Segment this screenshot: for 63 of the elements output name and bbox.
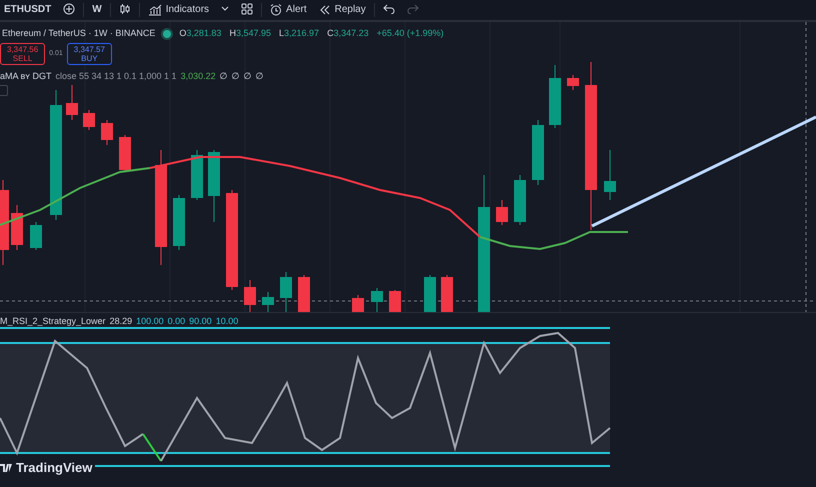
symbol-button[interactable]: ETHUSDT	[0, 1, 56, 19]
ohlc-label: O	[179, 27, 186, 40]
ohlc-value: 3,216.97	[284, 27, 320, 40]
candlestick	[514, 174, 526, 226]
ohlc-value: 3,281.83	[186, 27, 222, 40]
indicator-value: 3,030.22	[180, 70, 216, 83]
candlestick	[244, 280, 256, 312]
level-value: 0.00	[168, 315, 186, 328]
rewind-icon[interactable]	[318, 5, 331, 15]
plus-circle-icon[interactable]	[63, 3, 76, 16]
candlestick	[352, 294, 364, 312]
level-value: 10.00	[216, 315, 238, 328]
empty-value: ∅	[244, 70, 252, 83]
indicators-button[interactable]: Indicators	[144, 1, 214, 19]
candlestick	[101, 120, 113, 146]
candlestick	[604, 150, 616, 200]
replay-button[interactable]: Replay	[314, 1, 370, 19]
candlestick	[298, 274, 310, 312]
empty-value: ∅	[232, 70, 240, 83]
candlestick	[280, 272, 292, 312]
candlestick	[11, 204, 23, 250]
indicator-value: 28.29	[110, 315, 132, 328]
ohlc-value: 3,547.95	[236, 27, 271, 40]
empty-value: ∅	[256, 70, 264, 83]
interval-button[interactable]: W	[88, 1, 106, 19]
chart-title: Ethereum / TetherUS · 1W · BINANCE	[2, 27, 156, 40]
candlestick	[496, 200, 508, 226]
candlestick	[441, 274, 453, 312]
candlestick	[173, 194, 185, 250]
grid-icon[interactable]	[241, 3, 254, 16]
candlestick	[66, 84, 78, 120]
candlestick	[191, 150, 203, 200]
ohlc-label: H	[229, 27, 236, 40]
candlestick	[532, 120, 544, 186]
indicator-params: close 55 34 13 1 0.1 1,000 1 1	[55, 70, 177, 83]
candlestick	[83, 110, 95, 130]
ohlc-value: 3,347.23	[334, 27, 369, 40]
level-value: 90.00	[189, 315, 212, 328]
buy-button[interactable]: 3,347.57 BUY	[66, 43, 112, 65]
alert-button[interactable]: Alert	[266, 1, 311, 19]
candlestick	[371, 288, 383, 312]
undo-icon[interactable]	[382, 4, 395, 14]
empty-value: ∅	[220, 70, 228, 83]
level-value: 100.00	[136, 315, 164, 328]
indicator-name: M_RSI_2_Strategy_Lower	[0, 315, 106, 328]
logo-text: TradingView	[16, 459, 92, 477]
alarm-clock-icon[interactable]	[270, 4, 282, 16]
candlestick	[567, 74, 579, 90]
candles-icon[interactable]	[118, 3, 131, 16]
candlestick	[389, 290, 401, 312]
sell-button[interactable]: 3,347.56 SELL	[0, 43, 46, 65]
candlestick	[424, 274, 436, 312]
candlestick	[119, 134, 131, 172]
price-change: +65.40 (+1.99%)	[376, 27, 444, 40]
logo-icon	[0, 462, 12, 473]
ohlc-label: L	[279, 27, 284, 40]
candlestick	[262, 292, 274, 312]
candlestick	[30, 222, 42, 250]
candlestick	[549, 64, 561, 128]
chart-icon[interactable]	[148, 4, 162, 16]
indicator-name: aMA ʙʏ DGT	[0, 70, 52, 83]
caret-icon[interactable]	[221, 6, 230, 12]
ohlc-label: C	[327, 27, 334, 40]
